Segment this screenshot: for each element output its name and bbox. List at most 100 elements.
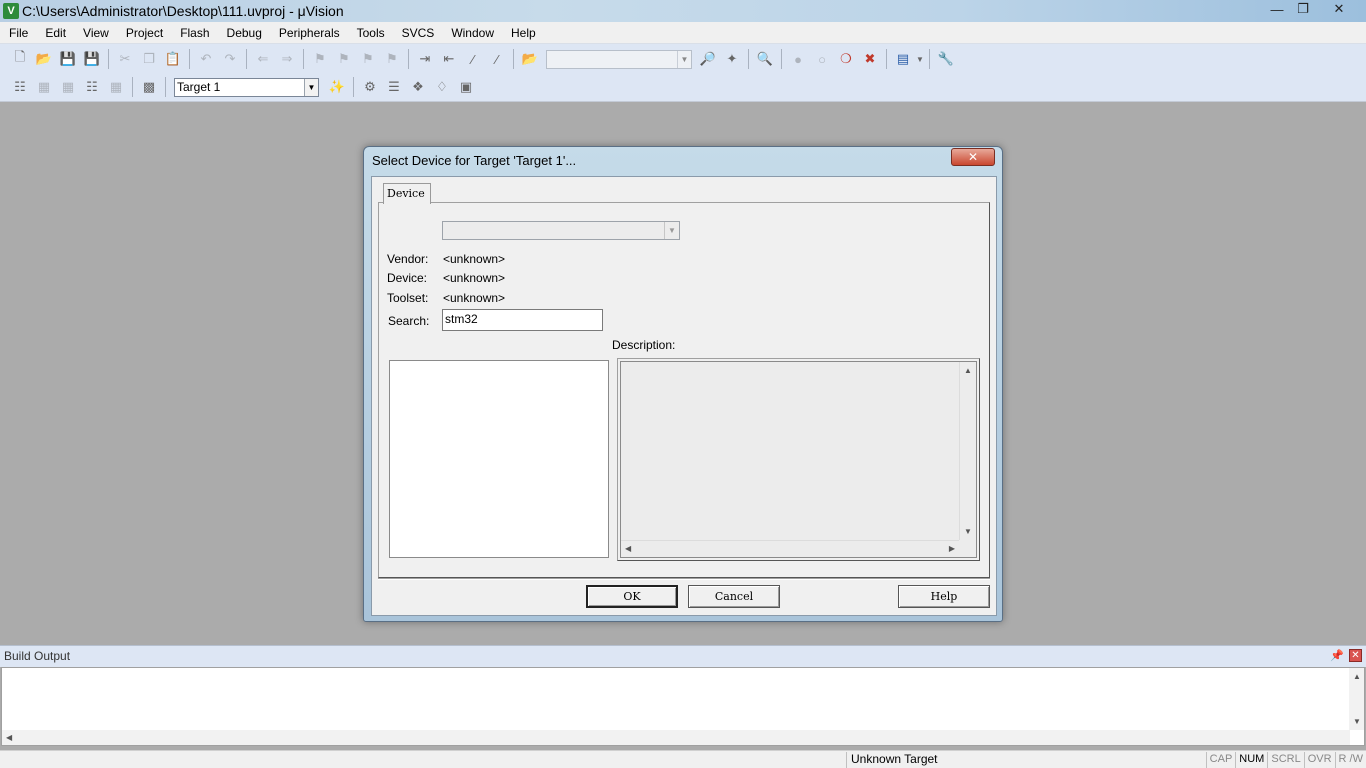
close-icon[interactable]: ✕ (1316, 0, 1362, 18)
status-rw: R /W (1334, 752, 1366, 768)
toolset-value: <unknown> (443, 291, 506, 305)
menu-view[interactable]: View (74, 26, 117, 40)
target-options-icon[interactable]: ✨ (325, 76, 349, 98)
close-icon[interactable]: ✕ (1349, 649, 1362, 662)
comment-icon[interactable]: ⁄ (461, 48, 485, 70)
window-layout-icon[interactable]: ▤ (891, 48, 915, 70)
build-output-area[interactable]: ▲ ▼ ◀ (1, 667, 1365, 746)
open-folder-icon[interactable]: 📂 (32, 48, 56, 70)
pack-installer-icon[interactable]: ▣ (454, 76, 478, 98)
scroll-right-icon[interactable]: ▶ (949, 544, 955, 553)
unindent-icon[interactable]: ⇤ (437, 48, 461, 70)
status-keys: CAP NUM SCRL OVR R /W (1205, 752, 1366, 768)
device-tree-list[interactable] (389, 360, 609, 558)
chevron-down-icon[interactable]: ▼ (677, 50, 691, 68)
horizontal-scrollbar[interactable]: ◀ ▶ (621, 540, 959, 557)
rebuild-icon[interactable]: ▦ (56, 76, 80, 98)
uncomment-icon[interactable]: ⁄ (485, 48, 509, 70)
breakpoint-disable-all-icon[interactable]: ❍ (834, 48, 858, 70)
vertical-scrollbar[interactable]: ▲ ▼ (1349, 668, 1364, 730)
menu-flash[interactable]: Flash (171, 26, 217, 40)
redo-icon[interactable]: ↷ (218, 48, 242, 70)
manage-project-items-icon[interactable]: ☰ (382, 76, 406, 98)
title-bar: V C:\Users\Administrator\Desktop\111.uvp… (0, 0, 1366, 22)
menu-file[interactable]: File (0, 26, 36, 40)
chevron-down-icon[interactable]: ▼ (664, 222, 679, 239)
status-cap: CAP (1205, 752, 1236, 768)
breakpoint-insert-icon[interactable]: ● (786, 48, 810, 70)
toolbar-separator (303, 49, 304, 69)
toolbar-separator (246, 49, 247, 69)
scroll-left-icon[interactable]: ◀ (6, 733, 12, 742)
target-select[interactable]: Target 1 ▼ (174, 77, 319, 97)
menu-debug[interactable]: Debug (218, 26, 270, 40)
find-combo[interactable]: ▼ (546, 49, 692, 69)
file-toolbar: 🗋 📂 💾 💾 ✂ ❐ 📋 ↶ ↷ ⇐ ⇒ ⚑ ⚑ ⚑ ⚑ ⇥ ⇤ ⁄ ⁄ 📂 … (0, 45, 958, 73)
menu-project[interactable]: Project (117, 26, 171, 40)
build-icon[interactable]: ▦ (32, 76, 56, 98)
select-packs-icon[interactable]: ♢ (430, 76, 454, 98)
breakpoint-enable-icon[interactable]: ○ (810, 48, 834, 70)
toolbar-separator (781, 49, 782, 69)
navigate-back-icon[interactable]: ⇐ (251, 48, 275, 70)
target-select-value: Target 1 (177, 79, 221, 94)
layout-dropdown-icon[interactable]: ▼ (915, 48, 925, 70)
bookmark-next-icon[interactable]: ⚑ (356, 48, 380, 70)
tab-device[interactable]: Device (383, 183, 431, 204)
scroll-down-icon[interactable]: ▼ (964, 527, 972, 536)
minimize-icon[interactable]: — (1264, 0, 1290, 18)
toolbar-separator (408, 49, 409, 69)
search-input[interactable]: stm32 (442, 309, 603, 331)
toolset-label: Toolset: (387, 291, 429, 305)
new-file-icon[interactable]: 🗋 (8, 48, 32, 70)
copy-icon[interactable]: ❐ (137, 48, 161, 70)
toolbar-separator (165, 77, 166, 97)
bookmark-clear-icon[interactable]: ⚑ (380, 48, 404, 70)
bookmark-prev-icon[interactable]: ⚑ (332, 48, 356, 70)
dialog-close-icon[interactable]: ✕ (951, 148, 995, 166)
find-in-files-icon[interactable]: 📂 (518, 48, 542, 70)
debug-session-icon[interactable]: 🔍 (753, 48, 777, 70)
stop-build-icon[interactable]: ▦ (104, 76, 128, 98)
paste-icon[interactable]: 📋 (161, 48, 185, 70)
breakpoint-kill-all-icon[interactable]: ✖ (858, 48, 882, 70)
menu-edit[interactable]: Edit (36, 26, 74, 40)
ok-button[interactable]: OK (586, 585, 678, 608)
menu-svcs[interactable]: SVCS (393, 26, 443, 40)
cut-icon[interactable]: ✂ (113, 48, 137, 70)
scroll-up-icon[interactable]: ▲ (1353, 672, 1361, 681)
menu-window[interactable]: Window (442, 26, 502, 40)
undo-icon[interactable]: ↶ (194, 48, 218, 70)
chevron-down-icon[interactable]: ▼ (304, 78, 318, 96)
indent-icon[interactable]: ⇥ (413, 48, 437, 70)
help-button[interactable]: Help (898, 585, 990, 608)
menu-peripherals[interactable]: Peripherals (270, 26, 348, 40)
description-textarea[interactable]: ▲ ▼ ◀ ▶ (620, 361, 977, 558)
configure-wrench-icon[interactable]: 🔧 (934, 48, 958, 70)
scroll-down-icon[interactable]: ▼ (1353, 717, 1361, 726)
horizontal-scrollbar[interactable]: ◀ (2, 730, 1350, 745)
bookmark-insert-icon[interactable]: ⚑ (308, 48, 332, 70)
save-icon[interactable]: 💾 (56, 48, 80, 70)
menu-tools[interactable]: Tools (348, 26, 393, 40)
file-extensions-icon[interactable]: ⚙ (358, 76, 382, 98)
translate-icon[interactable]: ☷ (8, 76, 32, 98)
batch-build-icon[interactable]: ☷ (80, 76, 104, 98)
scroll-up-icon[interactable]: ▲ (964, 366, 972, 375)
save-all-icon[interactable]: 💾 (80, 48, 104, 70)
pin-icon[interactable]: 📌 (1330, 649, 1344, 662)
menu-help[interactable]: Help (502, 26, 544, 40)
status-target: Unknown Target (846, 752, 1216, 768)
cancel-button[interactable]: Cancel (688, 585, 780, 608)
scroll-left-icon[interactable]: ◀ (625, 544, 631, 553)
restore-icon[interactable]: ❐ (1290, 0, 1316, 18)
manage-run-time-icon[interactable]: ❖ (406, 76, 430, 98)
vertical-scrollbar[interactable]: ▲ ▼ (959, 362, 976, 540)
incremental-find-icon[interactable]: 🔎 (696, 48, 720, 70)
navigate-forward-icon[interactable]: ⇒ (275, 48, 299, 70)
dialog-divider (378, 578, 990, 580)
search-label: Search: (388, 314, 430, 328)
download-load-icon[interactable]: ▩ (137, 76, 161, 98)
device-database-select[interactable]: ▼ (442, 221, 680, 240)
find-replace-icon[interactable]: ✦ (720, 48, 744, 70)
